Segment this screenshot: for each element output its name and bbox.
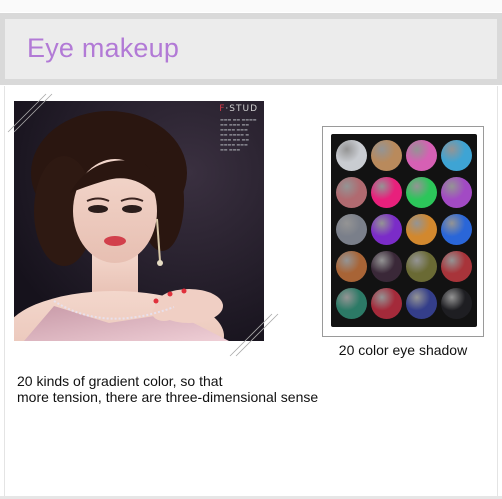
model-photo: F·STUD ▬▬▬ ▬▬ ▬▬▬▬ ▬▬ ▬▬▬ ▬▬ ▬▬▬▬ ▬▬▬ ▬▬ ▬▬… [14, 101, 264, 341]
eyeshadow-pan [441, 251, 472, 282]
description-line-2: more tension, there are three-dimensiona… [17, 389, 319, 405]
eyeshadow-pan [371, 177, 402, 208]
eyeshadow-pan [406, 214, 437, 245]
description-line-1: 20 kinds of gradient color, so that [17, 373, 223, 389]
photo-logo: F·STUD [219, 104, 258, 114]
eyeshadow-pan [441, 214, 472, 245]
palette-caption: 20 color eye shadow [338, 342, 468, 358]
eyeshadow-pan [406, 177, 437, 208]
top-strip [0, 0, 502, 12]
content-border-right [497, 86, 498, 496]
product-description: 20 kinds of gradient color, so that more… [17, 373, 397, 405]
eyeshadow-pan [336, 214, 367, 245]
eyeshadow-pan [441, 288, 472, 319]
eyeshadow-pan [406, 251, 437, 282]
content-border-left [4, 86, 5, 496]
eyeshadow-pan [371, 140, 402, 171]
eyeshadow-pan [406, 140, 437, 171]
eyeshadow-palette [331, 134, 477, 327]
eyeshadow-pan [441, 177, 472, 208]
section-title: Eye makeup [27, 33, 180, 63]
section-header-panel: Eye makeup [5, 19, 497, 79]
eyeshadow-pan [371, 288, 402, 319]
eyeshadow-pan [371, 214, 402, 245]
eyeshadow-pan [406, 288, 437, 319]
eyeshadow-pan [371, 251, 402, 282]
eyeshadow-pan [336, 251, 367, 282]
eyeshadow-pan [336, 288, 367, 319]
eyeshadow-pan [441, 140, 472, 171]
eyeshadow-pan [336, 177, 367, 208]
section-header: Eye makeup [0, 13, 502, 85]
photo-fine-print: ▬▬▬ ▬▬ ▬▬▬▬ ▬▬ ▬▬▬ ▬▬ ▬▬▬▬ ▬▬▬ ▬▬ ▬▬▬▬ ▬ ▬▬▬… [220, 117, 257, 152]
eyeshadow-pan [336, 140, 367, 171]
